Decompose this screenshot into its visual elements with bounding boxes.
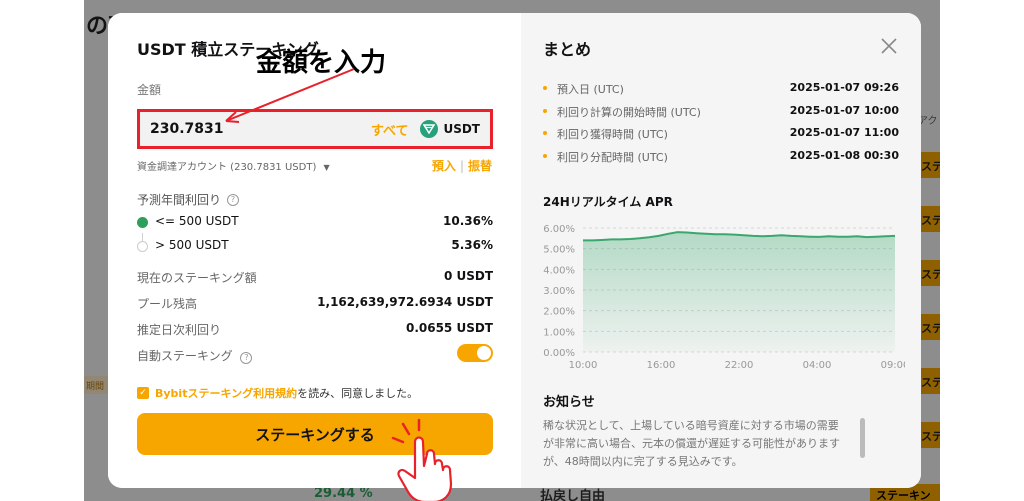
notice-title: お知らせ	[543, 395, 595, 410]
auto-staking-row: 自動ステーキング ?	[137, 347, 493, 364]
x-tick-label: 04:00	[803, 360, 832, 371]
apr-chart-title: 24Hリアルタイム APR	[543, 195, 673, 209]
screen: の商 アク ステーキン ステーキン ステーキン ステーキン ステーキン ステーキ…	[0, 0, 1024, 501]
coin-name: USDT	[443, 122, 480, 136]
timeline-value: 2025-01-07 10:00	[789, 103, 899, 117]
timeline-row: 利回り獲得時間 (UTC) 2025-01-07 11:00	[543, 124, 899, 147]
terms-link[interactable]: Bybitステーキング利用規約	[155, 387, 297, 400]
apr-title: 予測年間利回り ?	[137, 191, 240, 208]
tier-label: > 500 USDT	[155, 238, 229, 252]
funding-account-selector[interactable]: 資金調達アカウント (230.7831 USDT) ▼	[137, 158, 330, 173]
terms-suffix: を読み、同意しました。	[297, 387, 419, 400]
help-icon[interactable]: ?	[240, 351, 253, 364]
y-tick-label: 0.00%	[543, 348, 575, 359]
pointing-hand-icon	[391, 418, 453, 501]
apr-chart-svg: 0.00% 1.00% 2.00% 3.00% 4.00% 5.00% 6.00% 10:00…	[543, 224, 905, 371]
account-links: 預入 | 振替	[432, 157, 492, 174]
staking-modal: USDT 積立ステーキング 金額 230.7831 すべて USDT 資金調達ア…	[108, 13, 921, 488]
tier-rate: 10.36%	[443, 214, 493, 228]
notice-body: 稀な状況として、上場している暗号資産に対する市場の需要が非常に高い場合、元本の償…	[543, 419, 840, 468]
timeline-value: 2025-01-08 00:30	[789, 148, 899, 162]
notice-scrollbar[interactable]	[860, 418, 865, 458]
tier-rate: 5.36%	[451, 238, 493, 252]
apr-title-text: 予測年間利回り	[137, 193, 222, 207]
help-icon[interactable]: ?	[227, 193, 240, 206]
timeline-row: 利回り分配時間 (UTC) 2025-01-08 00:30	[543, 147, 899, 170]
timeline-row: 預入日 (UTC) 2025-01-07 09:26	[543, 79, 899, 102]
tier-inactive-dot-icon	[137, 241, 148, 252]
x-tick-label: 10:00	[569, 360, 598, 371]
timeline-dot	[543, 153, 547, 158]
apr-tier-row: > 500 USDT 5.36%	[137, 238, 493, 256]
timeline-value: 2025-01-07 11:00	[789, 126, 899, 139]
info-label: 現在のステーキング額	[137, 271, 257, 285]
tier-label: <= 500 USDT	[155, 214, 239, 228]
current-staking-row: 現在のステーキング額 0 USDT	[137, 269, 493, 286]
amount-label: 金額	[137, 83, 162, 97]
funding-account-text: 資金調達アカウント (230.7831 USDT)	[137, 162, 317, 173]
summary-panel: まとめ 預入日 (UTC) 2025-01-07 09:26 利回り計算の開始時…	[521, 13, 921, 488]
timeline-label: 利回り計算の開始時間 (UTC)	[557, 105, 701, 119]
timeline-dot	[543, 86, 547, 90]
y-tick-label: 6.00%	[543, 224, 575, 235]
terms-checkbox[interactable]: ✓	[137, 387, 149, 399]
auto-staking-toggle[interactable]	[457, 344, 493, 362]
apr-area	[583, 232, 895, 352]
info-value: 1,162,639,972.6934 USDT	[317, 295, 493, 309]
amount-input[interactable]: 230.7831 すべて USDT	[137, 109, 493, 149]
timeline-label: 預入日 (UTC)	[557, 83, 624, 96]
chevron-down-icon: ▼	[323, 163, 330, 172]
y-tick-label: 4.00%	[543, 265, 575, 276]
input-annotation: 金額を入力	[256, 48, 387, 78]
y-tick-label: 1.00%	[543, 327, 575, 338]
y-tick-label: 3.00%	[543, 286, 575, 297]
auto-staking-label: 自動ステーキング	[137, 349, 233, 363]
info-value: 0.0655 USDT	[405, 321, 493, 335]
apr-tier-row: <= 500 USDT 10.36%	[137, 214, 493, 232]
link-separator: |	[459, 159, 464, 173]
timeline: 預入日 (UTC) 2025-01-07 09:26 利回り計算の開始時間 (U…	[543, 79, 899, 169]
timeline-label: 利回り獲得時間 (UTC)	[557, 128, 668, 141]
info-label: 推定日次利回り	[137, 323, 222, 337]
x-tick-label: 16:00	[647, 360, 676, 371]
x-tick-label: 22:00	[725, 360, 754, 371]
max-amount-button[interactable]: すべて	[371, 120, 409, 139]
daily-yield-row: 推定日次利回り 0.0655 USDT	[137, 321, 493, 338]
close-icon[interactable]	[879, 36, 899, 56]
transfer-link[interactable]: 振替	[468, 159, 492, 173]
timeline-value: 2025-01-07 09:26	[789, 81, 899, 94]
y-tick-label: 5.00%	[543, 245, 575, 256]
timeline-dot	[543, 108, 547, 113]
usdt-coin-icon	[420, 120, 439, 138]
x-tick-label: 09:00	[881, 360, 905, 371]
timeline-label: 利回り分配時間 (UTC)	[557, 150, 668, 164]
apr-chart: 0.00% 1.00% 2.00% 3.00% 4.00% 5.00% 6.00% 10:00…	[535, 216, 905, 376]
amount-value[interactable]: 230.7831	[150, 121, 371, 137]
summary-title: まとめ	[543, 40, 592, 59]
deposit-link[interactable]: 預入	[432, 159, 456, 173]
timeline-row: 利回り計算の開始時間 (UTC) 2025-01-07 10:00	[543, 102, 899, 125]
tier-active-check-icon	[137, 217, 148, 228]
info-label: プール残高	[137, 297, 198, 311]
timeline-dot	[543, 131, 547, 135]
y-tick-label: 2.00%	[543, 307, 575, 318]
info-value: 0 USDT	[443, 269, 493, 283]
pool-balance-row: プール残高 1,162,639,972.6934 USDT	[137, 295, 493, 312]
terms-text: Bybitステーキング利用規約を読み、同意しました。	[155, 385, 418, 401]
terms-agreement[interactable]: ✓ Bybitステーキング利用規約を読み、同意しました。	[137, 385, 418, 401]
